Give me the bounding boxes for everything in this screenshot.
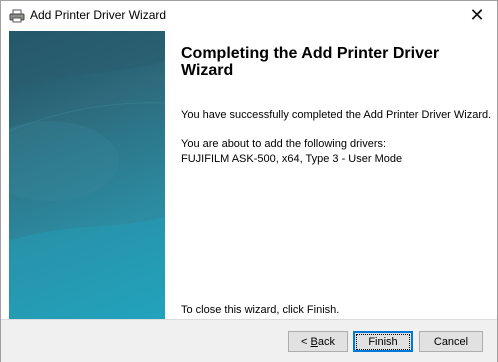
finish-button[interactable]: Finish: [353, 331, 413, 352]
about-text: You are about to add the following drive…: [181, 138, 387, 150]
close-button[interactable]: ✕: [457, 1, 497, 29]
title-bar: Add Printer Driver Wizard ✕: [1, 1, 497, 31]
button-bar: < Back Finish Cancel: [1, 319, 497, 362]
cancel-button[interactable]: Cancel: [419, 331, 483, 352]
wizard-banner: [9, 31, 165, 319]
back-rest: ack: [317, 335, 335, 348]
back-prefix: <: [301, 335, 311, 348]
back-label: < Back: [301, 336, 335, 348]
page-heading: Completing the Add Printer Driver Wizard: [181, 45, 440, 79]
close-icon: ✕: [469, 4, 485, 25]
wizard-window: Add Printer Driver Wizard ✕ Completing t…: [0, 0, 498, 362]
success-text: You have successfully completed the Add …: [181, 109, 492, 121]
back-button[interactable]: < Back: [288, 331, 348, 352]
driver-text: FUJIFILM ASK-500, x64, Type 3 - User Mod…: [181, 153, 403, 165]
finish-label: Finish: [356, 333, 410, 350]
cancel-label: Cancel: [433, 335, 469, 348]
back-access-key: B: [310, 335, 318, 348]
close-hint-text: To close this wizard, click Finish.: [181, 304, 340, 316]
printer-icon: [9, 9, 25, 23]
window-title: Add Printer Driver Wizard: [30, 8, 167, 22]
